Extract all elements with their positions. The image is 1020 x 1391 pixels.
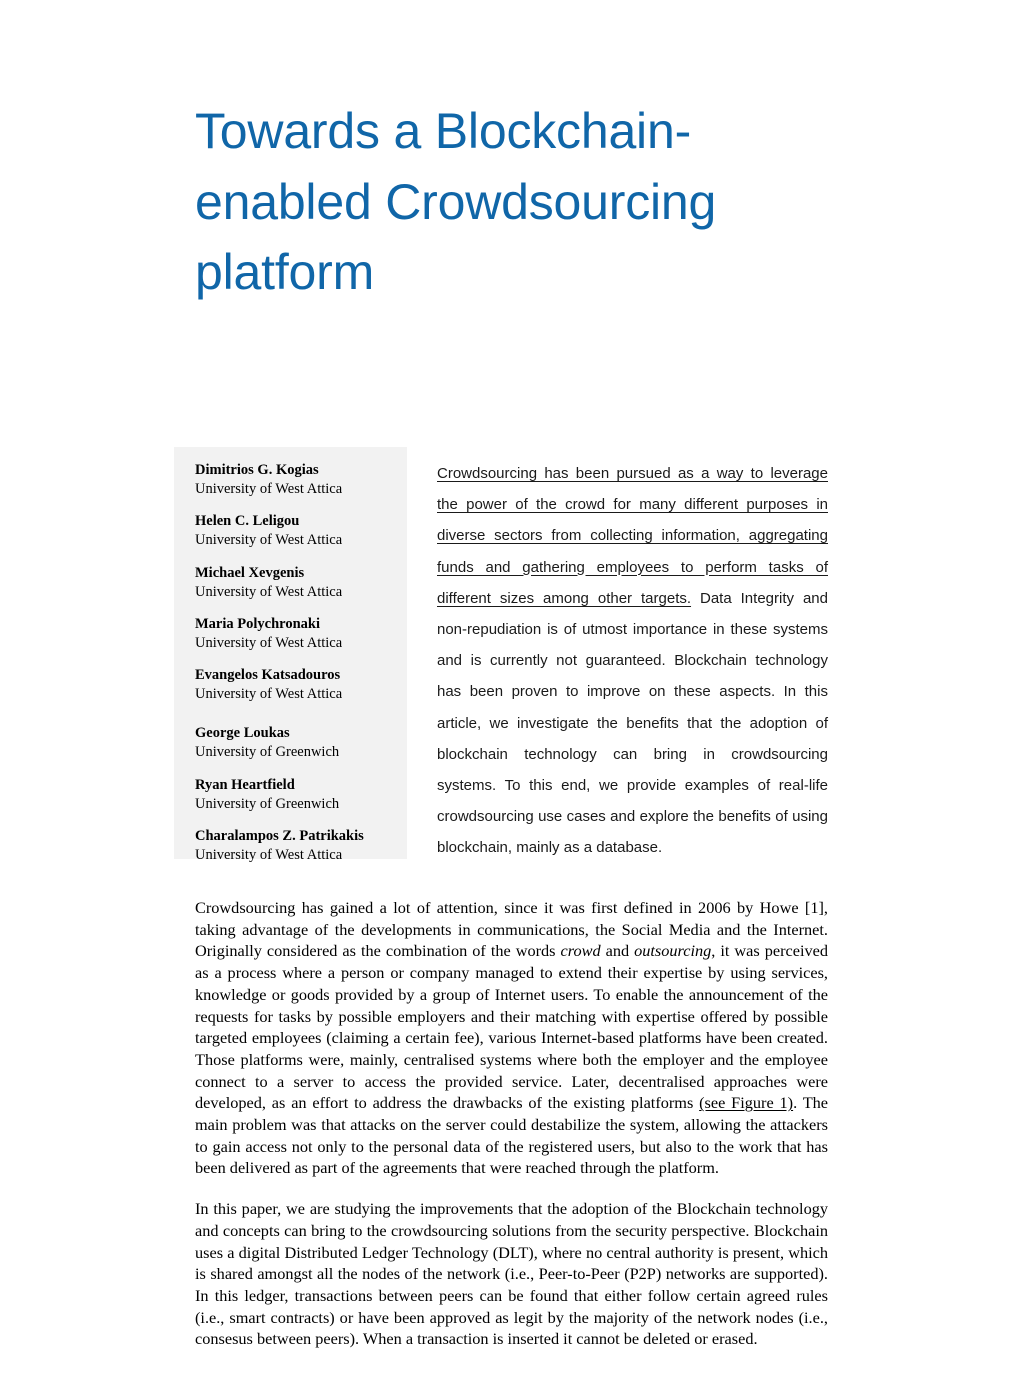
p1-segment-3: , it was perceived as a process where a … bbox=[195, 941, 828, 1113]
author-name: Michael Xevgenis bbox=[195, 564, 305, 581]
author-name: Helen C. Leligou bbox=[195, 513, 300, 530]
author-name: Dimitrios G. Kogias bbox=[195, 462, 319, 478]
author-affiliation: University of Greenwich bbox=[195, 744, 340, 761]
title-block: Towards a Blockchain-enabled Crowdsourci… bbox=[195, 96, 835, 308]
author-entry: Helen C. Leligou University of West Attic… bbox=[195, 512, 397, 550]
author-entry: George Loukas University of Greenwich bbox=[195, 724, 397, 762]
author-entry: Maria Polychronaki University of West Att… bbox=[195, 615, 397, 653]
author-affiliation: University of Greenwich bbox=[195, 795, 340, 812]
author-name: Charalampos Z. Patrikakis bbox=[195, 827, 364, 844]
authors-panel: Dimitrios G. Kogias University of West At… bbox=[174, 447, 407, 863]
p1-italic-crowd: crowd bbox=[560, 941, 601, 961]
author-entry: Ryan Heartfield University of Greenwich bbox=[195, 776, 397, 814]
figure-1-cross-reference-link[interactable]: (see Figure 1) bbox=[699, 1093, 793, 1112]
abstract-text: Crowdsourcing has been pursued as a way … bbox=[437, 458, 828, 864]
author-name: Maria Polychronaki bbox=[195, 615, 320, 632]
body-paragraph-2: In this paper, we are studying the impro… bbox=[195, 1199, 828, 1349]
p1-italic-outsourcing: outsourcing bbox=[634, 941, 712, 961]
author-entry: Michael Xevgenis University of West Attic… bbox=[195, 564, 397, 602]
author-name: Evangelos Katsadouros bbox=[195, 667, 341, 683]
paper-page: Towards a Blockchain-enabled Crowdsourci… bbox=[0, 0, 1020, 1391]
author-affiliation: University of West Attica bbox=[195, 481, 343, 498]
abstract-panel: Crowdsourcing has been pursued as a way … bbox=[437, 458, 828, 864]
page-title: Towards a Blockchain-enabled Crowdsourci… bbox=[195, 103, 717, 300]
authors-abstract-zone: Dimitrios G. Kogias University of West At… bbox=[174, 447, 834, 863]
author-entry: Dimitrios G. Kogias University of West At… bbox=[195, 461, 397, 499]
author-name: Ryan Heartfield bbox=[195, 776, 295, 793]
author-affiliation: University of West Attica bbox=[195, 634, 343, 651]
author-affiliation: University of West Attica bbox=[195, 532, 343, 549]
abstract-underlined-sentence: Crowdsourcing has been pursued as a way … bbox=[437, 465, 828, 607]
body-paragraph-1: Crowdsourcing has gained a lot of attent… bbox=[195, 897, 828, 1179]
abstract-remainder: Data Integrity and non-repudiation is of… bbox=[437, 589, 828, 857]
body-zone: Crowdsourcing has gained a lot of attent… bbox=[195, 897, 828, 1350]
author-affiliation: University of West Attica bbox=[195, 686, 343, 703]
author-affiliation: University of West Attica bbox=[195, 846, 343, 863]
author-list: Dimitrios G. Kogias University of West At… bbox=[195, 461, 397, 865]
author-entry: Charalampos Z. Patrikakis University of W… bbox=[195, 827, 397, 865]
author-name: George Loukas bbox=[195, 725, 290, 742]
p1-segment-2: and bbox=[600, 941, 635, 961]
author-entry: Evangelos Katsadouros University of West … bbox=[195, 666, 397, 704]
author-affiliation: University of West Attica bbox=[195, 583, 343, 600]
